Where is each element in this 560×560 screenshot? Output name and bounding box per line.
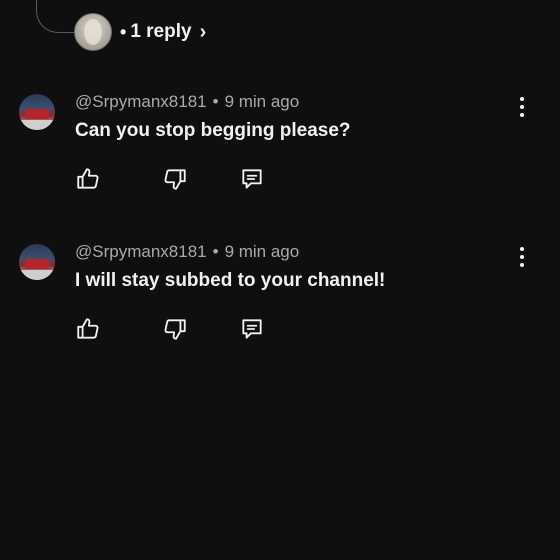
avatar[interactable] bbox=[19, 244, 55, 280]
comment-actions bbox=[74, 315, 294, 345]
comment-time[interactable]: 9 min ago bbox=[225, 242, 300, 262]
thread-connector-line bbox=[36, 0, 77, 33]
comment-author[interactable]: @Srpymanx8181 bbox=[75, 92, 207, 112]
more-options-button[interactable] bbox=[512, 245, 532, 269]
avatar[interactable] bbox=[19, 94, 55, 130]
chevron-right-icon: › bbox=[199, 20, 207, 43]
thumbs-down-icon bbox=[164, 169, 186, 190]
more-vertical-icon bbox=[520, 97, 524, 101]
reply-author-avatar bbox=[74, 13, 112, 51]
replies-toggle[interactable]: • 1 reply › bbox=[74, 13, 206, 51]
reply-button[interactable] bbox=[238, 165, 266, 193]
comment-time[interactable]: 9 min ago bbox=[225, 92, 300, 112]
like-button[interactable] bbox=[74, 315, 102, 343]
comment-text: Can you stop begging please? bbox=[75, 120, 351, 141]
comment-meta: @Srpymanx8181 • 9 min ago bbox=[75, 240, 299, 264]
meta-separator: • bbox=[212, 92, 219, 111]
reply-count-label[interactable]: 1 reply bbox=[130, 21, 191, 43]
reply-button[interactable] bbox=[238, 315, 266, 343]
more-options-button[interactable] bbox=[512, 95, 532, 119]
comment-actions bbox=[74, 165, 294, 195]
like-button[interactable] bbox=[74, 165, 102, 193]
thumbs-down-icon bbox=[164, 319, 186, 340]
thumbs-up-icon bbox=[77, 168, 99, 189]
comment-item: @Srpymanx8181 • 9 min ago Can you stop b… bbox=[0, 90, 560, 230]
comment-author[interactable]: @Srpymanx8181 bbox=[75, 242, 207, 262]
meta-separator: • bbox=[212, 242, 219, 261]
thumbs-up-icon bbox=[77, 318, 99, 339]
comment-item: @Srpymanx8181 • 9 min ago I will stay su… bbox=[0, 240, 560, 380]
comment-meta: @Srpymanx8181 • 9 min ago bbox=[75, 90, 299, 114]
comment-text: I will stay subbed to your channel! bbox=[75, 270, 386, 291]
more-vertical-icon bbox=[520, 247, 524, 251]
comment-icon bbox=[242, 169, 262, 189]
reply-dot: • bbox=[120, 21, 127, 42]
dislike-button[interactable] bbox=[161, 165, 189, 193]
dislike-button[interactable] bbox=[161, 315, 189, 343]
comment-icon bbox=[242, 319, 262, 339]
